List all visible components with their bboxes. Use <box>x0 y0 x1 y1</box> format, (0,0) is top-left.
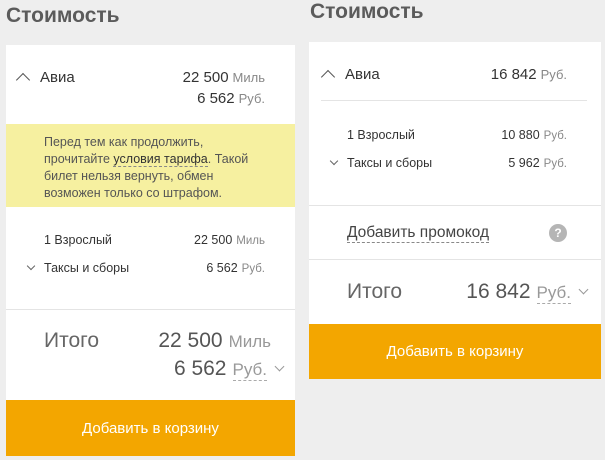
right-adult-amount: 10 880 Руб. <box>501 128 567 142</box>
left-total-label: Итого <box>44 329 100 352</box>
left-air-miles: 22 500 Миль <box>182 69 265 86</box>
right-taxes-amount: 5 962 Руб. <box>508 156 567 170</box>
left-air-toggle[interactable]: Авиа <box>15 69 75 88</box>
left-divider <box>6 309 295 310</box>
left-air-rub: 6 562 Руб. <box>197 90 265 107</box>
right-adult-label: 1 Взрослый <box>347 128 415 142</box>
right-air-divider <box>321 100 587 101</box>
tariff-warning: Перед тем как продолжить, прочитайте усл… <box>6 124 295 207</box>
right-promo-divider-top <box>309 205 601 206</box>
right-heading: Стоимость <box>310 0 424 23</box>
help-icon[interactable]: ? <box>549 224 567 242</box>
left-air-label: Авиа <box>40 69 75 86</box>
right-total-label: Итого <box>347 280 403 303</box>
chevron-down-icon <box>329 156 339 166</box>
chevron-down-icon <box>578 284 589 295</box>
left-total-rub[interactable]: 6 562 Руб. <box>174 357 285 381</box>
currency-selector[interactable]: Руб. <box>536 283 571 304</box>
currency-selector[interactable]: Руб. <box>232 360 267 381</box>
chevron-up-icon <box>320 69 336 85</box>
left-price-card: Авиа 22 500 Миль 6 562 Руб. Перед тем ка… <box>6 45 295 400</box>
right-promo-divider-bottom <box>309 259 601 260</box>
right-total-amount[interactable]: 16 842 Руб. <box>466 280 589 304</box>
left-taxes-toggle[interactable]: Таксы и сборы <box>26 261 129 275</box>
chevron-down-icon <box>26 261 36 271</box>
left-total-miles: 22 500 Миль <box>158 329 271 352</box>
right-add-to-cart-button[interactable]: Добавить в корзину <box>309 324 601 379</box>
left-adult-amount: 22 500 Миль <box>194 233 265 247</box>
add-promo-code-link[interactable]: Добавить промокод <box>347 224 489 243</box>
tariff-conditions-link[interactable]: условия тарифа <box>113 152 208 167</box>
chevron-down-icon <box>274 361 285 372</box>
left-heading: Стоимость <box>6 4 120 27</box>
right-price-card: Авиа 16 842 Руб. 1 Взрослый 10 880 Руб. … <box>309 42 601 324</box>
left-taxes-amount: 6 562 Руб. <box>206 261 265 275</box>
left-add-to-cart-button[interactable]: Добавить в корзину <box>6 400 295 456</box>
right-air-toggle[interactable]: Авиа <box>320 66 380 85</box>
right-taxes-toggle[interactable]: Таксы и сборы <box>329 156 432 170</box>
chevron-up-icon <box>15 72 31 88</box>
left-adult-label: 1 Взрослый <box>44 233 112 247</box>
right-air-amount: 16 842 Руб. <box>490 66 567 83</box>
